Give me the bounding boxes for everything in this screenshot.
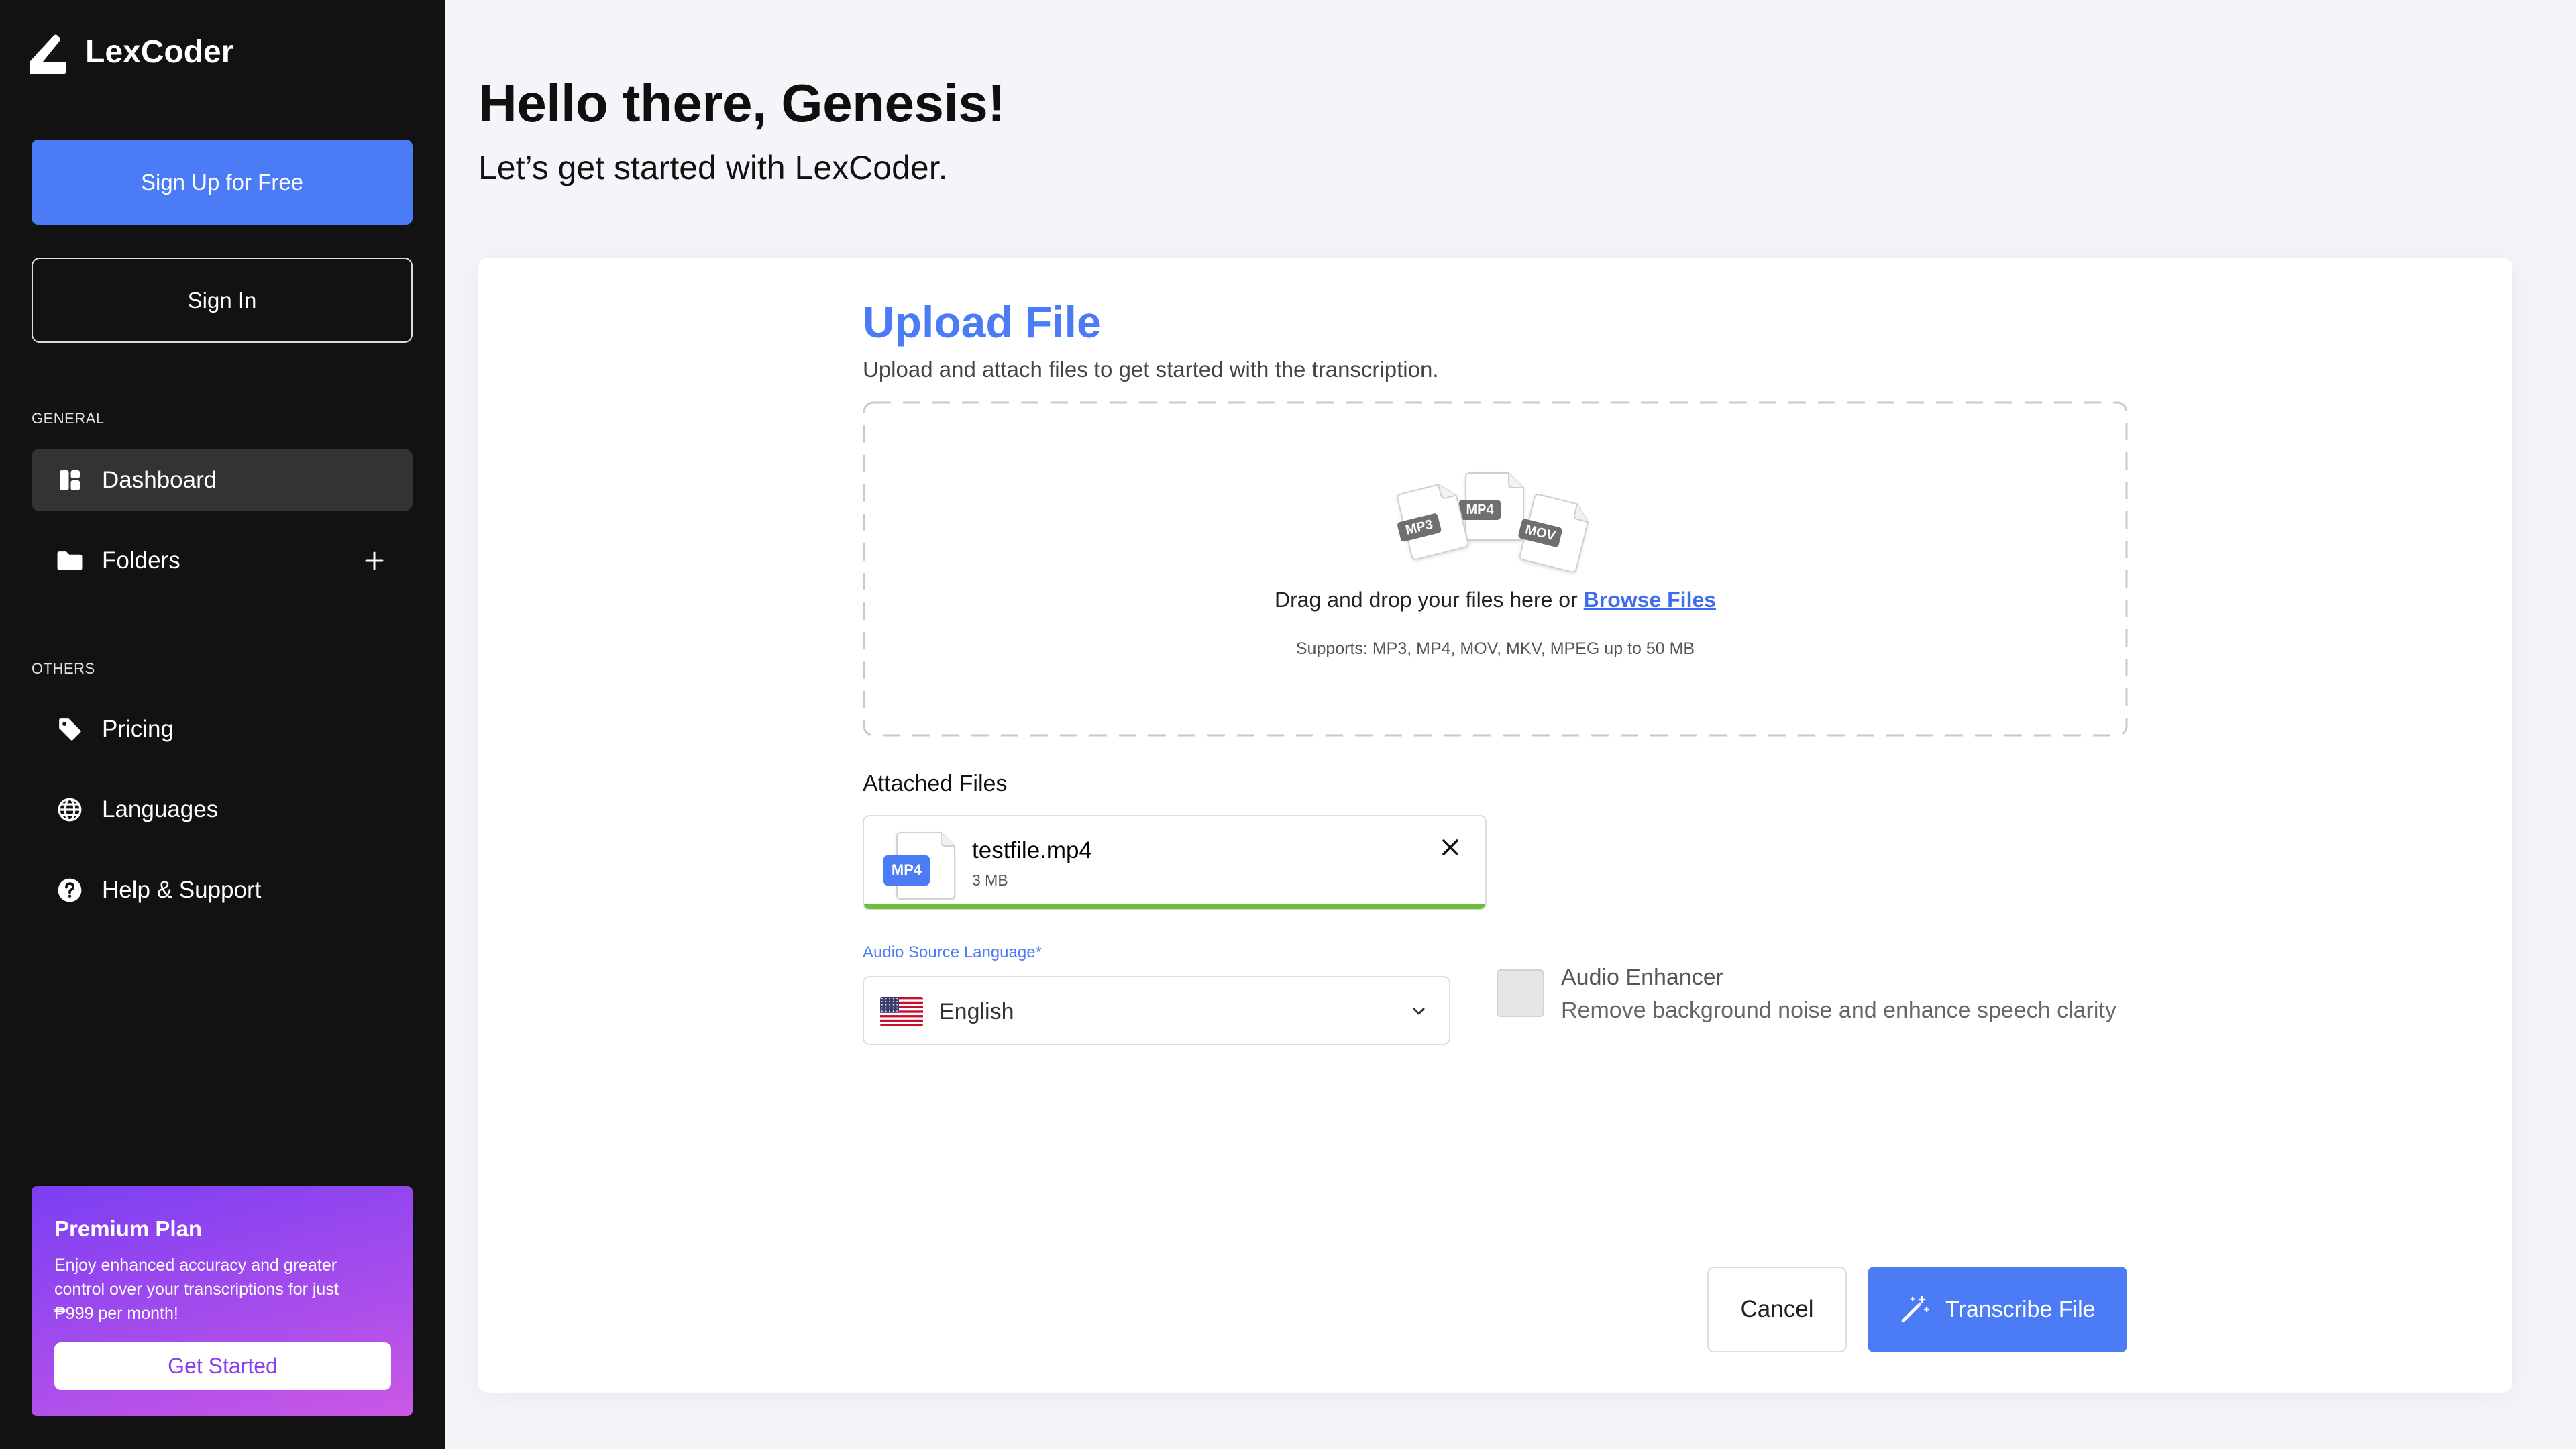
tag-icon <box>56 716 83 743</box>
file-type-badge: MP4 <box>1466 502 1494 517</box>
sidebar-item-languages[interactable]: Languages <box>32 778 413 841</box>
transcribe-file-button[interactable]: Transcribe File <box>1868 1267 2127 1352</box>
plus-icon[interactable] <box>364 550 385 572</box>
sign-in-button[interactable]: Sign In <box>32 258 413 343</box>
audio-enhancer-title: Audio Enhancer <box>1561 965 1723 990</box>
app-name: LexCoder <box>85 34 234 70</box>
audio-enhancer-checkbox[interactable] <box>1497 969 1544 1017</box>
dashboard-icon <box>56 467 83 494</box>
sidebar-item-pricing[interactable]: Pricing <box>32 698 413 760</box>
mp3-file-icon: MP3 <box>1397 484 1469 560</box>
file-types-illustration: MP4 MP3 MOV <box>1397 472 1589 573</box>
help-circle-icon <box>56 877 83 904</box>
supported-formats-text: Supports: MP3, MP4, MOV, MKV, MPEG up to… <box>1295 639 1695 658</box>
get-started-label: Get Started <box>168 1354 278 1378</box>
sidebar-item-dashboard[interactable]: Dashboard <box>32 449 413 511</box>
sidebar-item-folders[interactable]: Folders <box>32 529 413 592</box>
mp4-file-icon: MP4 <box>1459 472 1524 541</box>
premium-plan-card: Premium Plan Enjoy enhanced accuracy and… <box>32 1186 413 1416</box>
premium-plan-description: Enjoy enhanced accuracy and greater cont… <box>54 1256 339 1323</box>
sign-up-button[interactable]: Sign Up for Free <box>32 140 413 225</box>
file-type-badge: MP4 <box>892 861 922 878</box>
globe-icon <box>56 796 83 823</box>
nav-heading-others: OTHERS <box>32 660 95 677</box>
magic-wand-icon <box>1901 1295 1930 1323</box>
upload-subtitle: Upload and attach files to get started w… <box>863 357 1439 382</box>
upload-title: Upload File <box>863 297 1102 347</box>
attached-files-heading: Attached Files <box>863 771 1008 796</box>
page-title: Hello there, Genesis! <box>478 73 1006 133</box>
audio-enhancer-description: Remove background noise and enhance spee… <box>1561 998 2116 1023</box>
cancel-label: Cancel <box>1740 1296 1814 1322</box>
get-started-button[interactable]: Get Started <box>54 1342 391 1390</box>
file-dropzone[interactable]: MP4 MP3 MOV Drag and drop your files her… <box>863 401 2128 737</box>
dropzone-prompt-text: Drag and drop your files here or <box>1274 588 1584 612</box>
browse-files-link[interactable]: Browse Files <box>1584 588 1716 612</box>
sidebar-item-label: Dashboard <box>102 466 217 493</box>
page-subtitle: Let’s get started with LexCoder. <box>478 149 948 186</box>
cancel-button[interactable]: Cancel <box>1707 1267 1847 1352</box>
upload-card: Upload File Upload and attach files to g… <box>478 258 2512 1393</box>
sign-up-label: Sign Up for Free <box>140 169 304 195</box>
attached-file-item: MP4 testfile.mp4 3 MB <box>863 815 1487 910</box>
sidebar-item-label: Pricing <box>102 715 174 742</box>
sidebar-item-help-support[interactable]: Help & Support <box>32 859 413 921</box>
sidebar: LexCoder Sign Up for Free Sign In GENERA… <box>0 0 445 1449</box>
us-flag-icon <box>880 997 923 1026</box>
mov-file-icon: MOV <box>1518 494 1589 573</box>
sign-in-label: Sign In <box>187 287 257 313</box>
sidebar-item-label: Help & Support <box>102 876 262 903</box>
audio-language-label: Audio Source Language* <box>863 943 1042 961</box>
premium-plan-title: Premium Plan <box>54 1216 203 1241</box>
close-icon[interactable] <box>1440 837 1461 858</box>
folder-icon <box>56 547 83 574</box>
upload-progress-bar <box>864 904 1485 909</box>
file-name: testfile.mp4 <box>972 837 1092 863</box>
audio-language-value: English <box>939 999 1014 1024</box>
sidebar-item-label: Languages <box>102 796 219 822</box>
file-size: 3 MB <box>972 871 1008 889</box>
sidebar-item-label: Folders <box>102 547 180 574</box>
chevron-down-icon <box>1413 1008 1425 1015</box>
transcribe-file-label: Transcribe File <box>1945 1297 2096 1322</box>
mp4-file-icon: MP4 <box>883 832 955 900</box>
lexcoder-logo-icon[interactable] <box>30 33 66 74</box>
audio-language-select[interactable]: English <box>863 976 1450 1045</box>
nav-heading-general: GENERAL <box>32 410 105 427</box>
dropzone-prompt: Drag and drop your files here or Browse … <box>863 586 2128 613</box>
